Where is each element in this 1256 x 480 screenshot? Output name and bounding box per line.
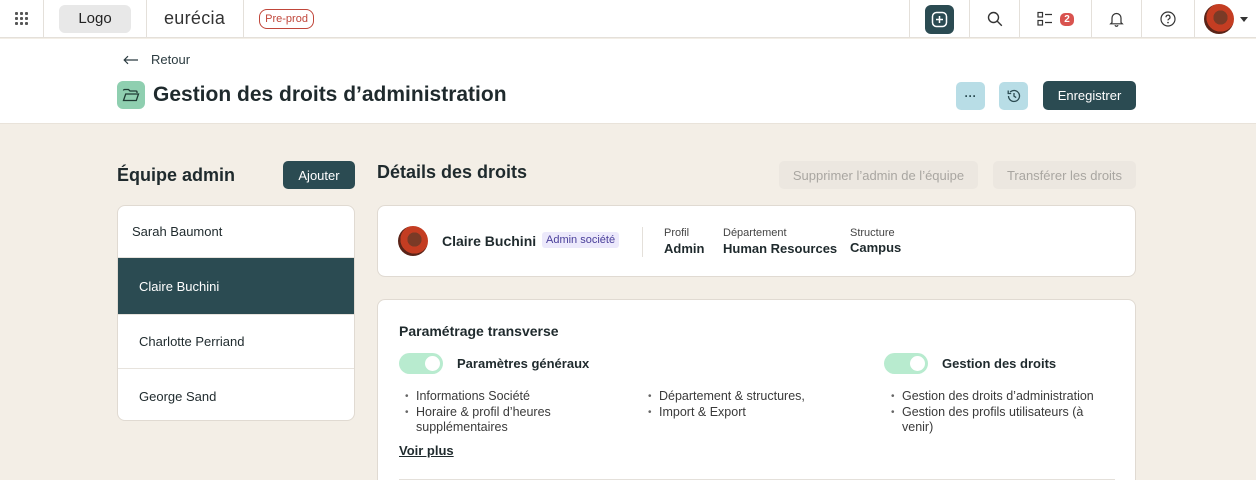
tasks-button[interactable]: 2 xyxy=(1019,0,1091,38)
top-bar: Logo eurécia Pre-prod 2 xyxy=(0,0,1256,38)
list-item[interactable]: George Sand xyxy=(118,369,354,420)
history-button[interactable] xyxy=(999,81,1028,110)
tasks-count-badge: 2 xyxy=(1060,12,1074,26)
structure-value: Campus xyxy=(850,240,902,255)
help-button[interactable] xyxy=(1141,0,1194,38)
list-item: Horaire & profil d’heures supplémentaire… xyxy=(404,405,604,436)
app-launcher-button[interactable] xyxy=(0,0,44,38)
avatar xyxy=(1203,4,1234,34)
list-item: Département & structures, xyxy=(647,389,867,405)
list-item-selected[interactable]: Claire Buchini xyxy=(118,258,354,315)
department-label: Département xyxy=(723,227,787,239)
general-settings-list: Informations Société Horaire & profil d’… xyxy=(404,389,604,436)
folder-icon xyxy=(117,81,145,109)
list-item: Gestion des profils utilisateurs (à veni… xyxy=(890,405,1115,436)
history-icon xyxy=(1007,89,1020,102)
general-settings-toggle[interactable] xyxy=(399,353,443,374)
avatar xyxy=(398,226,428,256)
profile-label: Profil xyxy=(664,227,690,239)
environment-badge: Pre-prod xyxy=(259,8,314,29)
team-title: Équipe admin xyxy=(117,165,236,185)
more-options-button[interactable]: ··· xyxy=(956,81,985,110)
page-header: Retour Gestion des droits d’administrati… xyxy=(0,39,1256,124)
brand-name: eurécia xyxy=(164,8,226,28)
list-item[interactable]: Charlotte Perriand xyxy=(118,315,354,369)
general-settings-list-2: Département & structures, Import & Expor… xyxy=(647,389,867,420)
search-button[interactable] xyxy=(969,0,1019,38)
user-menu-button[interactable] xyxy=(1194,0,1256,38)
help-icon xyxy=(1160,11,1176,27)
department-value: Human Resources xyxy=(723,241,838,256)
title-block: Gestion des droits d’administration xyxy=(117,81,507,109)
arrow-left-icon xyxy=(123,55,138,64)
transfer-rights-button[interactable]: Transférer les droits xyxy=(993,161,1136,189)
back-link[interactable]: Retour xyxy=(123,52,190,67)
list-item[interactable]: Sarah Baumont xyxy=(118,206,354,258)
rights-management-label: Gestion des droits xyxy=(942,356,1057,371)
list-item: Gestion des droits d’administration xyxy=(890,389,1115,405)
profile-field: Profil Admin xyxy=(664,227,704,256)
list-item: Informations Société xyxy=(404,389,604,405)
user-name: Claire Buchini xyxy=(442,233,537,249)
list-item: Import & Export xyxy=(647,405,867,421)
page-title: Gestion des droits d’administration xyxy=(153,83,507,106)
details-title: Détails des droits xyxy=(377,162,528,182)
plus-square-icon xyxy=(931,11,948,27)
grid-icon xyxy=(15,12,28,25)
structure-label: Structure xyxy=(850,227,895,239)
quick-add-cell xyxy=(909,0,969,38)
bell-icon xyxy=(1109,12,1124,27)
remove-admin-button[interactable]: Supprimer l’admin de l’équipe xyxy=(779,161,978,189)
divider xyxy=(243,0,245,38)
general-settings-label: Paramètres généraux xyxy=(457,356,590,371)
add-admin-button[interactable]: Ajouter xyxy=(283,161,355,189)
back-label: Retour xyxy=(151,52,191,67)
settings-card: Paramétrage transverse Paramètres généra… xyxy=(377,299,1136,480)
department-field: Département Human Resources xyxy=(723,227,837,256)
see-more-link[interactable]: Voir plus xyxy=(399,443,454,458)
rights-management-toggle[interactable] xyxy=(884,353,928,374)
role-badge: Admin société xyxy=(542,232,620,248)
header-actions: ··· Enregistrer xyxy=(956,81,1136,110)
divider xyxy=(146,0,147,38)
user-summary-card: Claire Buchini Admin société Profil Admi… xyxy=(377,205,1136,277)
section-title: Paramétrage transverse xyxy=(399,323,559,339)
chevron-down-icon xyxy=(1239,16,1248,22)
checklist-icon xyxy=(1037,11,1053,26)
search-icon xyxy=(987,11,1002,27)
structure-field: Structure Campus xyxy=(850,227,901,255)
logo[interactable]: Logo xyxy=(59,4,131,33)
quick-add-button[interactable] xyxy=(925,4,954,34)
notifications-button[interactable] xyxy=(1091,0,1141,38)
top-bar-actions: 2 xyxy=(909,0,1256,38)
save-button[interactable]: Enregistrer xyxy=(1043,81,1136,110)
rights-management-list: Gestion des droits d’administration Gest… xyxy=(890,389,1115,436)
profile-value: Admin xyxy=(664,241,705,256)
divider xyxy=(642,227,643,257)
team-list: Sarah Baumont Claire Buchini Charlotte P… xyxy=(117,205,355,421)
